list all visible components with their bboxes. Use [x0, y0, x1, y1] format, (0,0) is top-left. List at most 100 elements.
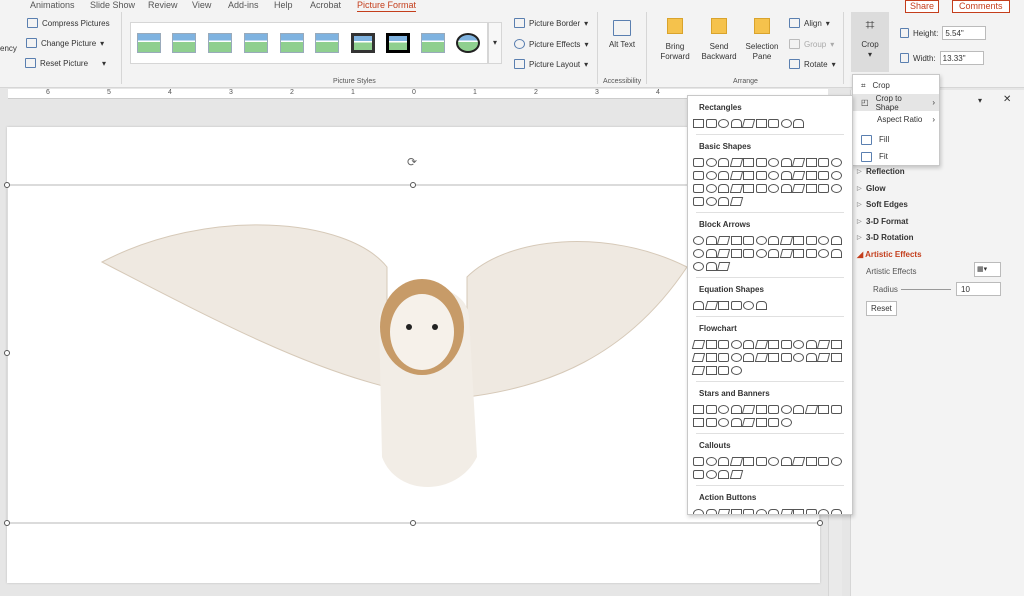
shape-icon[interactable] — [780, 119, 792, 128]
shape-icon[interactable] — [818, 509, 829, 514]
shape-icon[interactable] — [693, 301, 704, 310]
rotate-handle-icon[interactable]: ⟳ — [407, 155, 417, 169]
shape-icon[interactable] — [729, 158, 743, 167]
shape-icon[interactable] — [805, 249, 817, 258]
shape-icon[interactable] — [755, 184, 767, 193]
shape-icon[interactable] — [755, 405, 767, 414]
alt-text-button[interactable]: Alt Text — [608, 20, 636, 50]
shape-icon[interactable] — [818, 184, 829, 193]
style-thumb[interactable] — [172, 33, 196, 53]
shape-icon[interactable] — [730, 366, 742, 375]
shape-icon[interactable] — [705, 158, 717, 167]
shape-icon[interactable] — [693, 405, 704, 414]
shape-icon[interactable] — [830, 509, 842, 514]
shape-icon[interactable] — [830, 236, 842, 245]
shape-icon[interactable] — [793, 353, 804, 362]
shape-icon[interactable] — [718, 405, 729, 414]
tab-slide-show[interactable]: Slide Show — [90, 0, 135, 11]
shape-icon[interactable] — [818, 249, 829, 258]
shape-icon[interactable] — [730, 405, 742, 414]
style-thumb[interactable] — [351, 33, 375, 53]
shape-icon[interactable] — [793, 509, 804, 514]
rotate-button[interactable]: Rotate ▾ — [789, 59, 836, 69]
shape-icon[interactable] — [730, 119, 742, 128]
shape-icon[interactable] — [729, 171, 743, 180]
shape-icon[interactable] — [718, 301, 729, 310]
shape-icon[interactable] — [730, 418, 742, 427]
shape-icon[interactable] — [693, 171, 704, 180]
shape-icon[interactable] — [793, 249, 804, 258]
pane-options-icon[interactable]: ▾ — [978, 96, 982, 105]
shape-icon[interactable] — [818, 405, 829, 414]
shape-icon[interactable] — [791, 171, 806, 180]
shape-icon[interactable] — [755, 301, 767, 310]
shape-icon[interactable] — [818, 236, 829, 245]
tab-review[interactable]: Review — [148, 0, 178, 11]
shape-icon[interactable] — [741, 405, 756, 414]
shape-icon[interactable] — [729, 197, 743, 206]
shape-icon[interactable] — [718, 197, 729, 206]
shape-icon[interactable] — [718, 353, 729, 362]
shape-icon[interactable] — [780, 418, 792, 427]
shape-icon[interactable] — [830, 405, 842, 414]
resize-handle[interactable] — [410, 520, 416, 526]
bring-forward-button[interactable]: Bring Forward — [655, 18, 695, 62]
shape-icon[interactable] — [705, 509, 717, 514]
shape-icon[interactable] — [718, 457, 729, 466]
style-thumb[interactable] — [244, 33, 268, 53]
send-backward-button[interactable]: Send Backward — [698, 18, 740, 62]
shape-icon[interactable] — [780, 171, 792, 180]
shape-icon[interactable] — [780, 158, 792, 167]
shape-icon[interactable] — [805, 236, 817, 245]
shape-icon[interactable] — [779, 509, 793, 514]
reset-picture-button[interactable]: Reset Picture ▾ — [25, 58, 106, 68]
shape-icon[interactable] — [705, 418, 717, 427]
shape-icon[interactable] — [718, 171, 729, 180]
shape-icon[interactable] — [793, 119, 804, 128]
shape-icon[interactable] — [793, 236, 804, 245]
tab-help[interactable]: Help — [274, 0, 293, 11]
shape-icon[interactable] — [768, 184, 779, 193]
style-thumb[interactable] — [315, 33, 339, 53]
shape-icon[interactable] — [705, 405, 717, 414]
shape-icon[interactable] — [768, 340, 779, 349]
shape-icon[interactable] — [718, 470, 729, 479]
shape-icon[interactable] — [693, 509, 704, 514]
shape-icon[interactable] — [718, 158, 729, 167]
picture-layout-button[interactable]: Picture Layout ▾ — [514, 59, 588, 69]
shape-icon[interactable] — [791, 158, 806, 167]
shape-icon[interactable] — [755, 171, 767, 180]
style-thumb[interactable] — [280, 33, 304, 53]
shape-icon[interactable] — [768, 249, 779, 258]
height-input[interactable]: 5.54" — [942, 26, 987, 40]
shape-icon[interactable] — [693, 236, 704, 245]
picture-effects-button[interactable]: Picture Effects ▾ — [514, 39, 588, 49]
shape-icon[interactable] — [816, 353, 831, 362]
shape-icon[interactable] — [779, 236, 793, 245]
shape-icon[interactable] — [704, 301, 718, 310]
shape-icon[interactable] — [705, 470, 717, 479]
resize-handle[interactable] — [4, 520, 10, 526]
shape-icon[interactable] — [830, 353, 842, 362]
radius-input[interactable]: 10 — [956, 282, 1001, 296]
shape-icon[interactable] — [693, 184, 704, 193]
menu-item-fill[interactable]: Fill — [853, 131, 939, 148]
style-thumb[interactable] — [456, 33, 480, 53]
comments-button[interactable]: Comments — [952, 0, 1010, 13]
shape-icon[interactable] — [730, 301, 742, 310]
shape-icon[interactable] — [730, 353, 742, 362]
shape-icon[interactable] — [768, 158, 779, 167]
pane-section[interactable]: 3-D Rotation — [857, 233, 913, 242]
shape-icon[interactable] — [743, 301, 754, 310]
shape-icon[interactable] — [718, 119, 729, 128]
shape-icon[interactable] — [780, 457, 792, 466]
shape-icon[interactable] — [768, 353, 779, 362]
shape-icon[interactable] — [705, 236, 717, 245]
shape-icon[interactable] — [705, 197, 717, 206]
shape-icon[interactable] — [780, 405, 792, 414]
pane-section[interactable]: Glow — [857, 184, 885, 193]
tab-picture-format[interactable]: Picture Format — [357, 0, 417, 12]
shape-icon[interactable] — [805, 353, 817, 362]
pane-section[interactable]: 3-D Format — [857, 217, 908, 226]
shape-icon[interactable] — [793, 405, 804, 414]
